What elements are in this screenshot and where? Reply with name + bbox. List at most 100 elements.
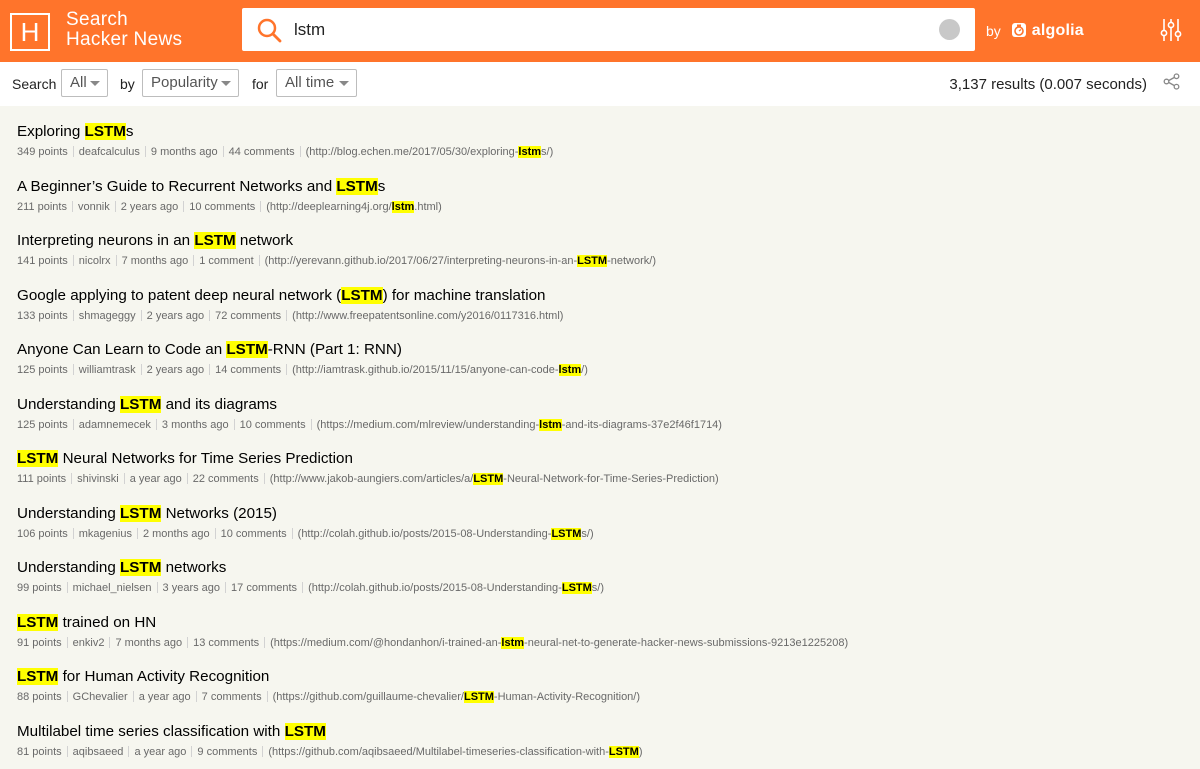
result-author-link[interactable]: nicolrx xyxy=(79,255,111,267)
result-author-link[interactable]: GChevalier xyxy=(73,691,128,703)
result-age-link[interactable]: 7 months ago xyxy=(115,637,182,649)
result-title-link[interactable]: Google applying to patent deep neural ne… xyxy=(17,286,563,305)
result-comments-link[interactable]: 10 comments xyxy=(240,419,306,431)
result-points-link[interactable]: 88 points xyxy=(17,691,62,703)
result-url-text: (https://medium.com/mlreview/understandi… xyxy=(316,418,540,431)
result-comments-link[interactable]: 10 comments xyxy=(189,201,255,213)
result-url-link[interactable]: (https://medium.com/mlreview/understandi… xyxy=(316,418,722,431)
result-url-link[interactable]: (https://medium.com/@hondanhon/i-trained… xyxy=(270,636,848,649)
result-age-link[interactable]: 2 years ago xyxy=(147,364,204,376)
result-comments-link[interactable]: 9 comments xyxy=(197,746,257,758)
result-author-link[interactable]: aqibsaeed xyxy=(73,746,124,758)
result-age-link[interactable]: a year ago xyxy=(134,746,186,758)
result-age-link[interactable]: 3 years ago xyxy=(163,582,220,594)
result-points-link[interactable]: 81 points xyxy=(17,746,62,758)
result-age-link[interactable]: 9 months ago xyxy=(151,146,218,158)
result-url-text: (http://colah.github.io/posts/2015-08-Un… xyxy=(297,527,552,540)
result-url-link[interactable]: (http://www.jakob-aungiers.com/articles/… xyxy=(270,473,719,485)
result-url-text: (http://www.freepatentsonline.com/y2016/… xyxy=(292,309,564,322)
hn-logo[interactable]: H xyxy=(10,13,50,51)
sort-select[interactable]: Popularity xyxy=(142,69,239,97)
meta-divider xyxy=(209,364,211,375)
result-author-link[interactable]: enkiv2 xyxy=(73,637,105,649)
result-age-link[interactable]: 2 years ago xyxy=(147,310,204,322)
result-title-text: Understanding xyxy=(17,504,121,522)
result-points-link[interactable]: 91 points xyxy=(17,637,62,649)
result-title-link[interactable]: LSTM for Human Activity Recognition xyxy=(17,668,640,686)
result-url-highlight: LSTM xyxy=(561,582,592,594)
result-author-link[interactable]: shmageggy xyxy=(79,310,136,322)
result-points-link[interactable]: 133 points xyxy=(17,310,68,322)
result-url-highlight: LSTM xyxy=(463,691,494,703)
clear-search-button[interactable] xyxy=(939,19,960,40)
result-url-link[interactable]: (http://www.freepatentsonline.com/y2016/… xyxy=(292,310,563,322)
result-age-link[interactable]: 7 months ago xyxy=(122,255,189,267)
result-title-link[interactable]: Exploring LSTMs xyxy=(17,123,553,141)
result-comments-link[interactable]: 7 comments xyxy=(202,691,262,703)
meta-divider xyxy=(72,309,74,321)
result-author-link[interactable]: shivinski xyxy=(77,473,119,485)
result-url-link[interactable]: (https://github.com/aqibsaeed/Multilabel… xyxy=(268,745,643,758)
result-author-link[interactable]: deafcalculus xyxy=(79,146,140,158)
result-age-link[interactable]: a year ago xyxy=(139,691,191,703)
result-age-link[interactable]: 3 months ago xyxy=(162,419,229,431)
result-meta: 125 points adamnemecek 3 months ago 10 comm… xyxy=(17,418,722,432)
type-select[interactable]: All xyxy=(61,69,108,97)
meta-divider xyxy=(286,364,288,375)
result-points-link[interactable]: 99 points xyxy=(17,582,62,594)
result-url-link[interactable]: (http://colah.github.io/posts/2015-08-Un… xyxy=(297,527,594,540)
result-url-link[interactable]: (http://blog.echen.me/2017/05/30/explori… xyxy=(306,146,554,158)
result-author-link[interactable]: williamtrask xyxy=(79,364,136,376)
result-title-link[interactable]: Understanding LSTM Networks (2015) xyxy=(17,504,594,523)
result-url-text: ) xyxy=(638,745,643,758)
result-comments-link[interactable]: 44 comments xyxy=(229,146,295,158)
result-age-link[interactable]: a year ago xyxy=(130,473,182,485)
result-url-link[interactable]: (http://deeplearning4j.org/lstm.html) xyxy=(266,200,442,213)
result-comments-link[interactable]: 72 comments xyxy=(215,310,281,322)
share-icon[interactable] xyxy=(1163,73,1180,90)
result-comments-link[interactable]: 13 comments xyxy=(193,637,259,649)
result-title-link[interactable]: LSTM Neural Networks for Time Series Pre… xyxy=(17,450,719,468)
result-url-text: (https://medium.com/@hondanhon/i-trained… xyxy=(270,636,502,649)
brand-title[interactable]: Search Hacker News xyxy=(66,10,182,50)
result-points-link[interactable]: 125 points xyxy=(17,419,68,431)
result-title-link[interactable]: Understanding LSTM networks xyxy=(17,559,604,577)
result-url-link[interactable]: (http://yerevann.github.io/2017/06/27/in… xyxy=(265,255,656,267)
result-author-link[interactable]: michael_nielsen xyxy=(73,582,152,594)
result-comments-link[interactable]: 14 comments xyxy=(215,364,281,376)
date-range-select[interactable]: All time xyxy=(276,69,357,97)
result-title-link[interactable]: A Beginner’s Guide to Recurrent Networks… xyxy=(17,177,442,196)
result-points-link[interactable]: 349 points xyxy=(17,146,68,158)
result-comments-link[interactable]: 22 comments xyxy=(193,473,259,485)
result-url-link[interactable]: (https://github.com/guillaume-chevalier/… xyxy=(273,691,640,703)
meta-divider xyxy=(299,146,301,157)
result-title-link[interactable]: Multilabel time series classification wi… xyxy=(17,722,643,741)
result-points-link[interactable]: 111 points xyxy=(17,473,66,485)
result-points-link[interactable]: 211 points xyxy=(17,201,67,213)
result-url-link[interactable]: (http://colah.github.io/posts/2015-08-Un… xyxy=(308,582,604,594)
result-url-text: s/) xyxy=(541,146,554,158)
result-points-link[interactable]: 106 points xyxy=(17,528,68,540)
result-comments-link[interactable]: 17 comments xyxy=(231,582,297,594)
result-comments-link[interactable]: 1 comment xyxy=(199,255,253,267)
result-url-text: (https://github.com/guillaume-chevalier/ xyxy=(272,691,464,703)
result-author-link[interactable]: vonnik xyxy=(78,201,110,213)
result-age-link[interactable]: 2 years ago xyxy=(121,201,178,213)
by-algolia[interactable]: by algolia xyxy=(986,22,1084,40)
result-url-link[interactable]: (http://iamtrask.github.io/2015/11/15/an… xyxy=(292,364,588,376)
result-title-text: s xyxy=(377,177,386,195)
search-input[interactable] xyxy=(294,17,914,43)
result-title-link[interactable]: Interpreting neurons in an LSTM network xyxy=(17,232,656,250)
meta-divider xyxy=(114,200,116,212)
result-points-link[interactable]: 141 points xyxy=(17,255,68,267)
result-points-link[interactable]: 125 points xyxy=(17,364,68,376)
result-title-text: Interpreting neurons in an xyxy=(17,232,195,249)
result-age-link[interactable]: 2 months ago xyxy=(143,528,210,540)
result-title-link[interactable]: Understanding LSTM and its diagrams xyxy=(17,395,722,414)
result-author-link[interactable]: mkagenius xyxy=(79,528,132,540)
result-title-link[interactable]: Anyone Can Learn to Code an LSTM-RNN (Pa… xyxy=(17,341,588,359)
result-title-link[interactable]: LSTM trained on HN xyxy=(17,613,848,632)
result-author-link[interactable]: adamnemecek xyxy=(79,419,151,431)
result-comments-link[interactable]: 10 comments xyxy=(221,528,287,540)
settings-sliders-icon[interactable] xyxy=(1160,18,1182,42)
